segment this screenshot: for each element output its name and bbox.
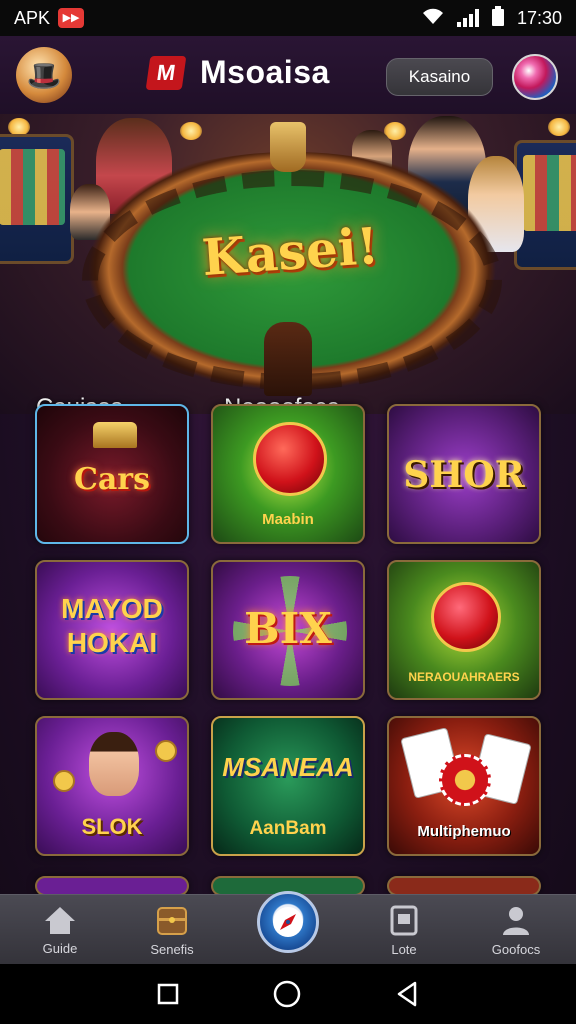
chest-icon (157, 906, 187, 935)
mascot-icon[interactable]: 🎩 (16, 47, 72, 103)
top-hat-icon (93, 422, 137, 448)
bomb-icon (431, 582, 501, 652)
nav-item-goofocs[interactable]: Goofocs (466, 895, 566, 964)
game-grid: Cars Maabin SHOR MAYOD HOKAI BIX NERAOUA… (35, 404, 541, 896)
game-tile-partial[interactable] (387, 876, 541, 896)
game-tile-msaneaa[interactable]: MSANEAA AanBam (211, 716, 365, 856)
battery-icon (491, 5, 505, 31)
game-title: SHOR (403, 454, 525, 496)
back-icon[interactable] (395, 981, 419, 1007)
brand-logo-icon: M (145, 55, 187, 90)
nav-item-guide[interactable]: Guide (10, 895, 110, 964)
game-tile-maabin[interactable]: Maabin (211, 404, 365, 544)
app-screen: 🎩 M Msoaisa Kasaino Kasei! Cauisos Neooo… (0, 36, 576, 964)
hero-title: Kasei! (200, 215, 381, 288)
person-icon (503, 906, 529, 935)
status-left: APK ▶▶ (14, 7, 85, 29)
game-tile-mayod-hokai[interactable]: MAYOD HOKAI (35, 560, 189, 700)
game-tile-bix[interactable]: BIX (211, 560, 365, 700)
notification-icon: ▶▶ (58, 8, 85, 28)
compass-button[interactable] (257, 891, 319, 953)
lamp-icon (180, 122, 202, 140)
nav-label: Lote (391, 941, 417, 957)
game-title: MSANEAA (222, 752, 354, 782)
game-subtitle: AanBam (249, 818, 327, 839)
status-time: 17:30 (516, 7, 562, 28)
game-tile-neraouahraers[interactable]: NERAOUAHRAERS (387, 560, 541, 700)
brand: M Msoaisa (145, 54, 330, 91)
casino-button[interactable]: Kasaino (386, 58, 493, 96)
brand-name: Msoaisa (200, 54, 330, 90)
wifi-icon (421, 6, 445, 31)
app-header: 🎩 M Msoaisa Kasaino (0, 36, 576, 114)
bottom-nav: Guide Senefis Lote Goofocs (0, 891, 576, 964)
nav-item-senefis[interactable]: Senefis (122, 895, 222, 964)
nav-label: Goofocs (491, 941, 541, 957)
game-title: Maabin (262, 511, 314, 528)
compass-icon (273, 907, 303, 937)
table-post (264, 322, 312, 396)
recents-icon[interactable] (157, 983, 179, 1005)
nav-label: Senefis (150, 941, 194, 957)
game-tile-shor[interactable]: SHOR (387, 404, 541, 544)
casino-chip-icon (439, 754, 491, 806)
status-app-label: APK (14, 7, 51, 28)
document-icon (390, 905, 418, 935)
status-right: 17:30 (421, 5, 562, 31)
system-nav-bar (0, 964, 576, 1024)
game-title: SLOK (81, 814, 143, 839)
game-title: NERAOUAHRAERS (408, 670, 520, 684)
roulette-spindle (270, 122, 306, 172)
bomb-icon (253, 422, 327, 496)
game-tile-partial[interactable] (35, 876, 189, 896)
avatar[interactable] (512, 54, 558, 100)
lamp-icon (548, 118, 570, 136)
game-title: Cars (73, 462, 150, 497)
game-tile-cars[interactable]: Cars (35, 404, 189, 544)
game-title: MAYOD HOKAI (61, 593, 163, 658)
nav-item-lote[interactable]: Lote (354, 895, 454, 964)
status-bar: APK ▶▶ 17:30 (0, 0, 576, 36)
hero-banner[interactable]: Kasei! Cauisos Neooofoca (0, 114, 576, 414)
coin-icon (155, 740, 177, 762)
signal-icon (456, 9, 479, 27)
game-tile-multiphemuo[interactable]: Multiphemuo (387, 716, 541, 856)
home-icon (45, 906, 75, 934)
game-tile-slok[interactable]: SLOK (35, 716, 189, 856)
game-title: Multiphemuo (417, 823, 511, 840)
player-face-icon (89, 732, 139, 796)
home-circle-icon[interactable] (273, 980, 301, 1008)
nav-label: Guide (42, 940, 78, 956)
game-title: BIX (244, 604, 332, 653)
coin-icon (53, 770, 75, 792)
